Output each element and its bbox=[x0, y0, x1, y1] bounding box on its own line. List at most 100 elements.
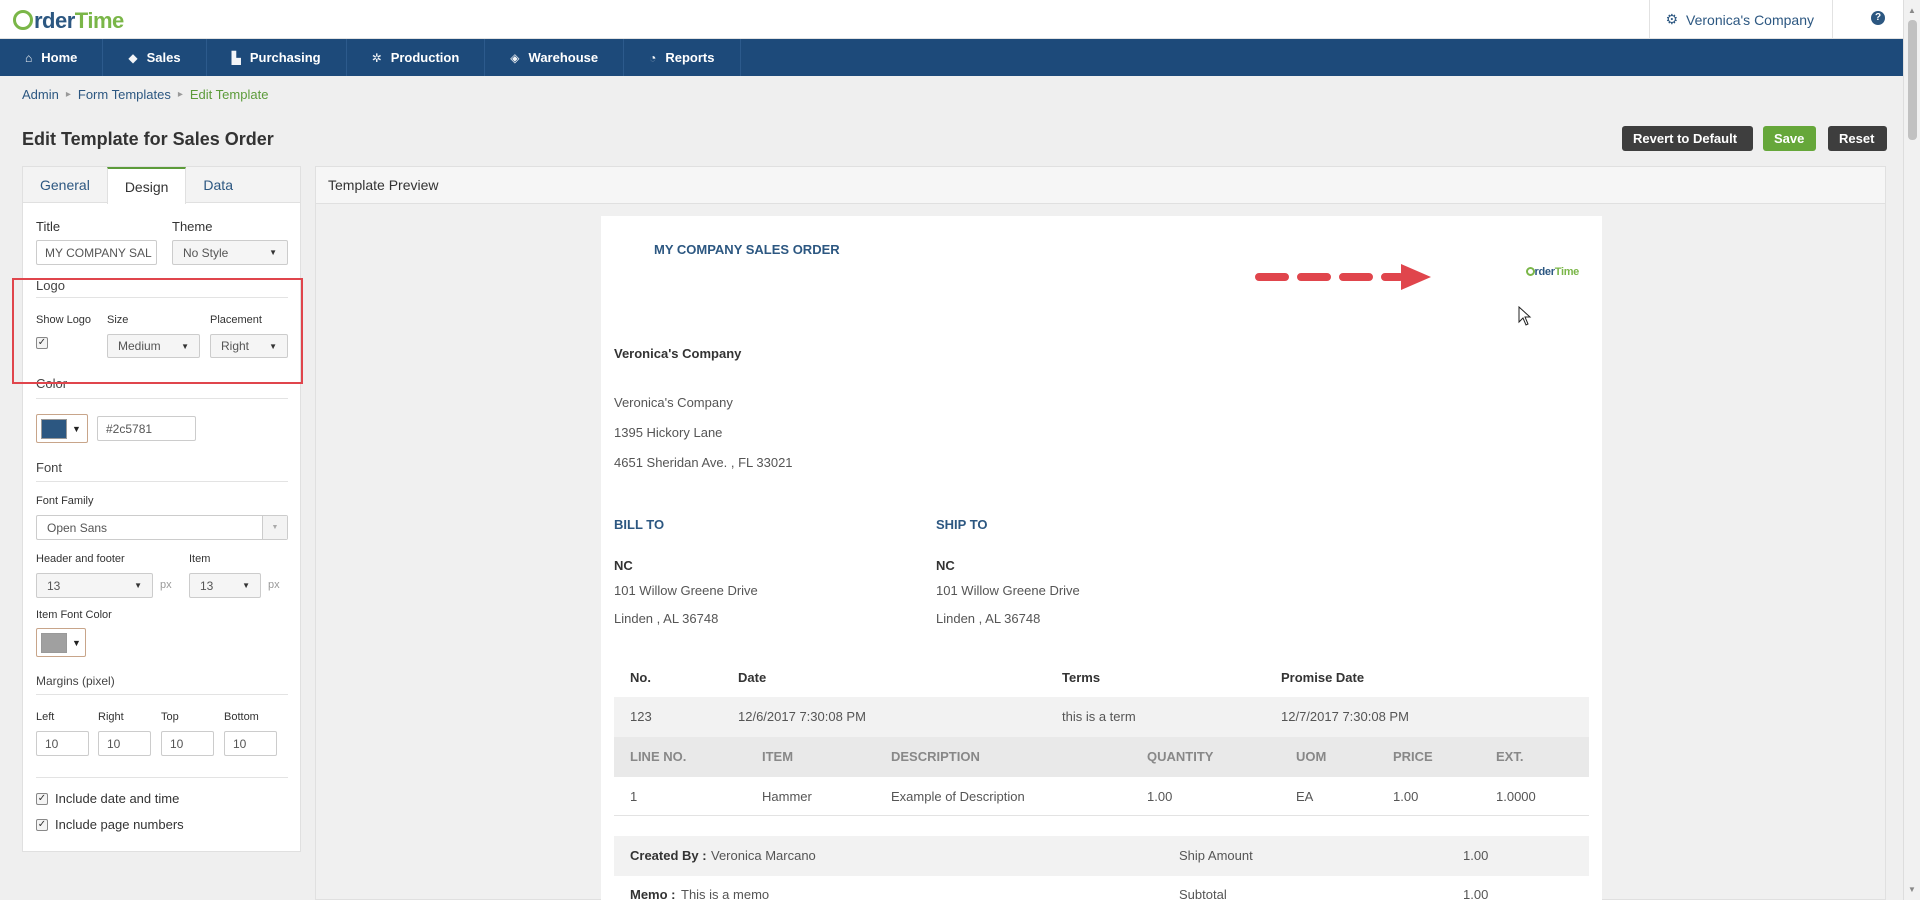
bill-to-name: NC bbox=[614, 558, 633, 573]
caret-down-icon: ▼ bbox=[134, 581, 142, 590]
nav-production[interactable]: ✲ Production bbox=[347, 39, 486, 76]
margin-bottom-label: Bottom bbox=[224, 711, 259, 723]
ship-amount-label: Ship Amount bbox=[1179, 848, 1253, 863]
include-date-label[interactable]: Include date and time bbox=[55, 791, 179, 806]
created-by-value: Veronica Marcano bbox=[711, 848, 816, 863]
logo-text-time: Time bbox=[1554, 266, 1580, 278]
annotation-arrow-icon bbox=[1255, 264, 1431, 290]
scroll-down-icon[interactable]: ▼ bbox=[1908, 885, 1916, 894]
nav-reports[interactable]: ◔ Reports bbox=[624, 39, 741, 76]
revert-to-default-button[interactable]: Revert to Default bbox=[1622, 126, 1753, 151]
home-icon: ⌂ bbox=[25, 50, 33, 65]
nav-home[interactable]: ⌂ Home bbox=[0, 39, 104, 76]
line-header-item: ITEM bbox=[762, 749, 794, 764]
margin-top-label: Top bbox=[161, 711, 179, 723]
ordertime-logo[interactable]: rderTime bbox=[13, 8, 124, 34]
gear-icon: ⚙ bbox=[1665, 11, 1679, 27]
nav-label: Sales bbox=[146, 50, 181, 65]
line-cell-quantity: 1.00 bbox=[1147, 789, 1173, 804]
px-unit: px bbox=[160, 579, 172, 591]
caret-down-icon[interactable]: ▼ bbox=[262, 516, 287, 539]
document-preview: MY COMPANY SALES ORDER rderTime Veronica… bbox=[601, 216, 1602, 900]
margin-left-input[interactable]: 10 bbox=[36, 731, 89, 756]
breadcrumb-form-templates[interactable]: Form Templates bbox=[78, 87, 171, 102]
nav-label: Home bbox=[41, 50, 78, 65]
item-size-label: Item bbox=[189, 553, 211, 565]
line-header-price: PRICE bbox=[1393, 749, 1433, 764]
scroll-thumb[interactable] bbox=[1908, 20, 1917, 140]
line-cell-uom: EA bbox=[1296, 789, 1314, 804]
theme-select-value: No Style bbox=[183, 245, 229, 260]
address-line: 1395 Hickory Lane bbox=[614, 425, 723, 440]
reset-button[interactable]: Reset bbox=[1828, 126, 1887, 151]
box-icon: ◈ bbox=[510, 50, 520, 65]
theme-label: Theme bbox=[172, 219, 213, 234]
title-input[interactable]: MY COMPANY SAL bbox=[36, 240, 157, 265]
created-by-label: Created By : bbox=[630, 848, 707, 863]
item-font-color-picker[interactable]: ▼ bbox=[36, 628, 86, 657]
font-section-title: Font bbox=[36, 460, 63, 475]
preview-header: Template Preview bbox=[316, 167, 1885, 204]
item-size-select[interactable]: 13 ▼ bbox=[189, 573, 261, 598]
px-unit: px bbox=[268, 579, 280, 591]
bill-to-heading: BILL TO bbox=[614, 517, 665, 532]
logo-circle-icon bbox=[1525, 267, 1535, 276]
nav-label: Warehouse bbox=[528, 50, 599, 65]
tab-general[interactable]: General bbox=[23, 167, 107, 202]
include-pages-checkbox[interactable]: ✓ bbox=[36, 819, 48, 831]
color-swatch bbox=[41, 418, 67, 439]
breadcrumb-admin[interactable]: Admin bbox=[22, 87, 59, 102]
logo-text-time: Time bbox=[74, 8, 124, 33]
include-pages-label[interactable]: Include page numbers bbox=[55, 817, 184, 832]
vertical-scrollbar[interactable]: ▲ ▼ bbox=[1903, 0, 1920, 900]
margin-bottom-input[interactable]: 10 bbox=[224, 731, 277, 756]
doc-title: MY COMPANY SALES ORDER bbox=[654, 242, 840, 257]
item-size-value: 13 bbox=[200, 578, 214, 593]
address-line: 4651 Sheridan Ave. , FL 33021 bbox=[614, 455, 793, 470]
item-font-color-label: Item Font Color bbox=[36, 609, 112, 621]
nav-purchasing[interactable]: ▙ Purchasing bbox=[207, 39, 347, 76]
font-family-label: Font Family bbox=[36, 495, 94, 507]
subtotal-label: Subtotal bbox=[1179, 887, 1227, 900]
logo-circle-icon bbox=[13, 10, 33, 30]
ship-to-line2: Linden , AL 36748 bbox=[936, 611, 1041, 626]
scroll-up-icon[interactable]: ▲ bbox=[1908, 6, 1916, 15]
tab-design[interactable]: Design bbox=[106, 167, 187, 204]
help-icon[interactable]: ? bbox=[1871, 11, 1885, 25]
header-footer-size-select[interactable]: 13 ▼ bbox=[36, 573, 153, 598]
template-settings-panel: General Design Data Title MY COMPANY SAL… bbox=[22, 166, 301, 852]
company-menu[interactable]: ⚙ Veronica's Company bbox=[1649, 0, 1833, 39]
margin-right-input[interactable]: 10 bbox=[98, 731, 151, 756]
order-promise-date-value: 12/7/2017 7:30:08 PM bbox=[1281, 709, 1409, 724]
tab-data[interactable]: Data bbox=[186, 167, 250, 202]
memo-label: Memo : bbox=[630, 887, 676, 900]
company-name-heading: Veronica's Company bbox=[614, 346, 742, 361]
theme-color-picker[interactable]: ▼ bbox=[36, 414, 88, 443]
nav-sales[interactable]: ◆ Sales bbox=[103, 39, 207, 76]
main-nav: ⌂ Home ◆ Sales ▙ Purchasing ✲ Production ◈ Wa… bbox=[0, 39, 1903, 76]
settings-tabs: General Design Data bbox=[23, 167, 300, 204]
order-header-no: No. bbox=[630, 670, 651, 685]
caret-down-icon: ▼ bbox=[72, 637, 81, 648]
nav-label: Production bbox=[390, 50, 460, 65]
nav-warehouse[interactable]: ◈ Warehouse bbox=[485, 39, 625, 76]
order-date-value: 12/6/2017 7:30:08 PM bbox=[738, 709, 866, 724]
margin-right-label: Right bbox=[98, 711, 124, 723]
ship-to-name: NC bbox=[936, 558, 955, 573]
order-header-terms: Terms bbox=[1062, 670, 1101, 685]
ship-to-heading: SHIP TO bbox=[936, 517, 988, 532]
line-header-description: DESCRIPTION bbox=[891, 749, 980, 764]
theme-select[interactable]: No Style ▼ bbox=[172, 240, 288, 265]
color-hex-input[interactable]: #2c5781 bbox=[97, 416, 196, 441]
margins-label: Margins (pixel) bbox=[36, 674, 115, 688]
font-family-select[interactable]: Open Sans ▼ bbox=[36, 515, 288, 540]
memo-value: This is a memo bbox=[681, 887, 770, 900]
title-label: Title bbox=[36, 219, 61, 234]
divider bbox=[36, 398, 288, 399]
header-footer-label: Header and footer bbox=[36, 553, 125, 565]
include-date-checkbox[interactable]: ✓ bbox=[36, 793, 48, 805]
mouse-cursor-icon bbox=[1518, 306, 1532, 326]
bill-to-line2: Linden , AL 36748 bbox=[614, 611, 719, 626]
margin-top-input[interactable]: 10 bbox=[161, 731, 214, 756]
save-button[interactable]: Save bbox=[1763, 126, 1816, 151]
